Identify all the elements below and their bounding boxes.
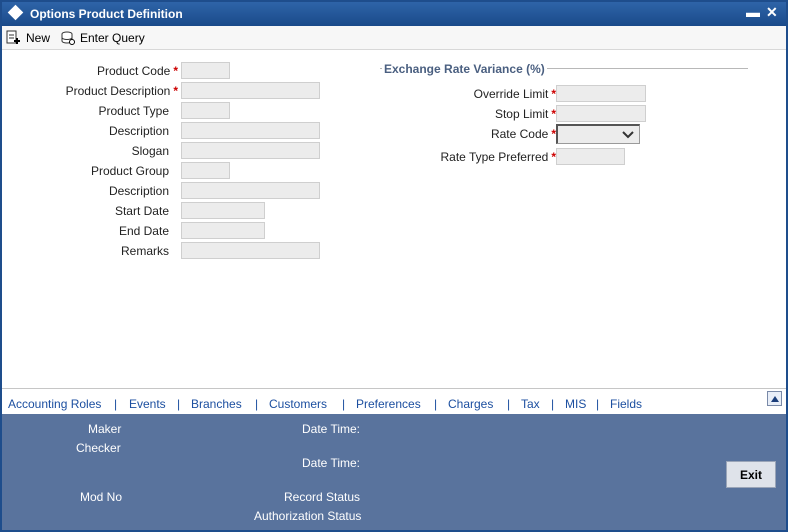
override-limit-label: Override Limit * — [473, 87, 556, 101]
tab-separator: | — [434, 397, 438, 411]
tab-separator: | — [507, 397, 511, 411]
exit-button[interactable]: Exit — [726, 461, 776, 488]
description-input[interactable] — [181, 122, 320, 139]
title-bar: Options Product Definition ▬ ✕ — [2, 2, 786, 26]
window-title: Options Product Definition — [30, 7, 183, 21]
end-date-label: End Date — [118, 224, 169, 238]
new-document-icon — [6, 30, 22, 46]
group-description-input[interactable] — [181, 182, 320, 199]
remarks-input[interactable] — [181, 242, 320, 259]
tab-separator: | — [342, 397, 346, 411]
product-description-label: Product Description * — [65, 84, 178, 98]
slogan-label: Slogan — [131, 144, 169, 158]
stop-limit-label: Stop Limit * — [494, 107, 556, 121]
product-group-input[interactable] — [181, 162, 230, 179]
enter-query-label: Enter Query — [80, 31, 145, 45]
checker-date-time-label: Date Time: — [302, 456, 361, 470]
app-diamond-icon — [7, 4, 24, 21]
group-description-label: Description — [108, 184, 169, 198]
new-label: New — [26, 31, 51, 45]
product-code-input[interactable] — [181, 62, 230, 79]
product-group-label: Product Group — [90, 164, 169, 178]
enter-query-button[interactable]: Enter Query — [60, 29, 145, 47]
maker-label: Maker — [88, 422, 122, 436]
rate-code-select[interactable] — [556, 124, 640, 144]
tab-separator: | — [551, 397, 555, 411]
tab-accounting-roles[interactable]: Accounting Roles — [8, 397, 101, 411]
tab-fields[interactable]: Fields — [610, 397, 642, 411]
minimize-button[interactable]: ▬ — [746, 4, 760, 20]
start-date-input[interactable] — [181, 202, 265, 219]
toolbar: New Enter Query — [2, 26, 786, 50]
rate-type-preferred-input[interactable] — [556, 148, 625, 165]
tab-tax[interactable]: Tax — [521, 397, 540, 411]
tab-customers[interactable]: Customers — [269, 397, 327, 411]
exchange-rate-variance-title: Exchange Rate Variance (%) — [382, 62, 547, 76]
mod-no-label: Mod No — [80, 490, 123, 504]
new-button[interactable]: New — [6, 29, 50, 47]
form-area: Product Code * Product Description * Produ… — [2, 50, 786, 386]
stop-limit-input[interactable] — [556, 105, 646, 122]
description-label: Description — [108, 124, 169, 138]
start-date-label: Start Date — [114, 204, 169, 218]
close-button[interactable]: ✕ — [766, 4, 778, 21]
override-limit-input[interactable] — [556, 85, 646, 102]
options-product-definition-window: Options Product Definition ▬ ✕ New Enter… — [0, 0, 788, 532]
tab-preferences[interactable]: Preferences — [356, 397, 421, 411]
tab-separator: | — [114, 397, 118, 411]
scroll-up-button[interactable] — [767, 391, 782, 406]
tab-mis[interactable]: MIS — [565, 397, 586, 411]
product-type-input[interactable] — [181, 102, 230, 119]
authorization-status-label: Authorization Status — [254, 509, 362, 523]
tab-branches[interactable]: Branches — [191, 397, 242, 411]
rate-type-preferred-label: Rate Type Preferred * — [440, 150, 556, 164]
tab-separator: | — [255, 397, 259, 411]
query-database-icon — [60, 30, 76, 46]
tab-separator: | — [596, 397, 600, 411]
slogan-input[interactable] — [181, 142, 320, 159]
product-type-label: Product Type — [98, 104, 170, 118]
tab-events[interactable]: Events — [129, 397, 166, 411]
maker-date-time-label: Date Time: — [302, 422, 361, 436]
rate-code-label: Rate Code * — [490, 127, 556, 141]
product-code-label: Product Code * — [96, 64, 178, 78]
end-date-input[interactable] — [181, 222, 265, 239]
subsystem-tabs: Accounting Roles | Events | Branches | C… — [2, 388, 786, 414]
tab-charges[interactable]: Charges — [448, 397, 493, 411]
tab-separator: | — [177, 397, 181, 411]
record-status-label: Record Status — [284, 490, 361, 504]
product-description-input[interactable] — [181, 82, 320, 99]
audit-footer: Maker Checker Date Time: Date Time: Mod … — [2, 414, 786, 530]
remarks-label: Remarks — [120, 244, 169, 258]
checker-label: Checker — [76, 441, 121, 455]
